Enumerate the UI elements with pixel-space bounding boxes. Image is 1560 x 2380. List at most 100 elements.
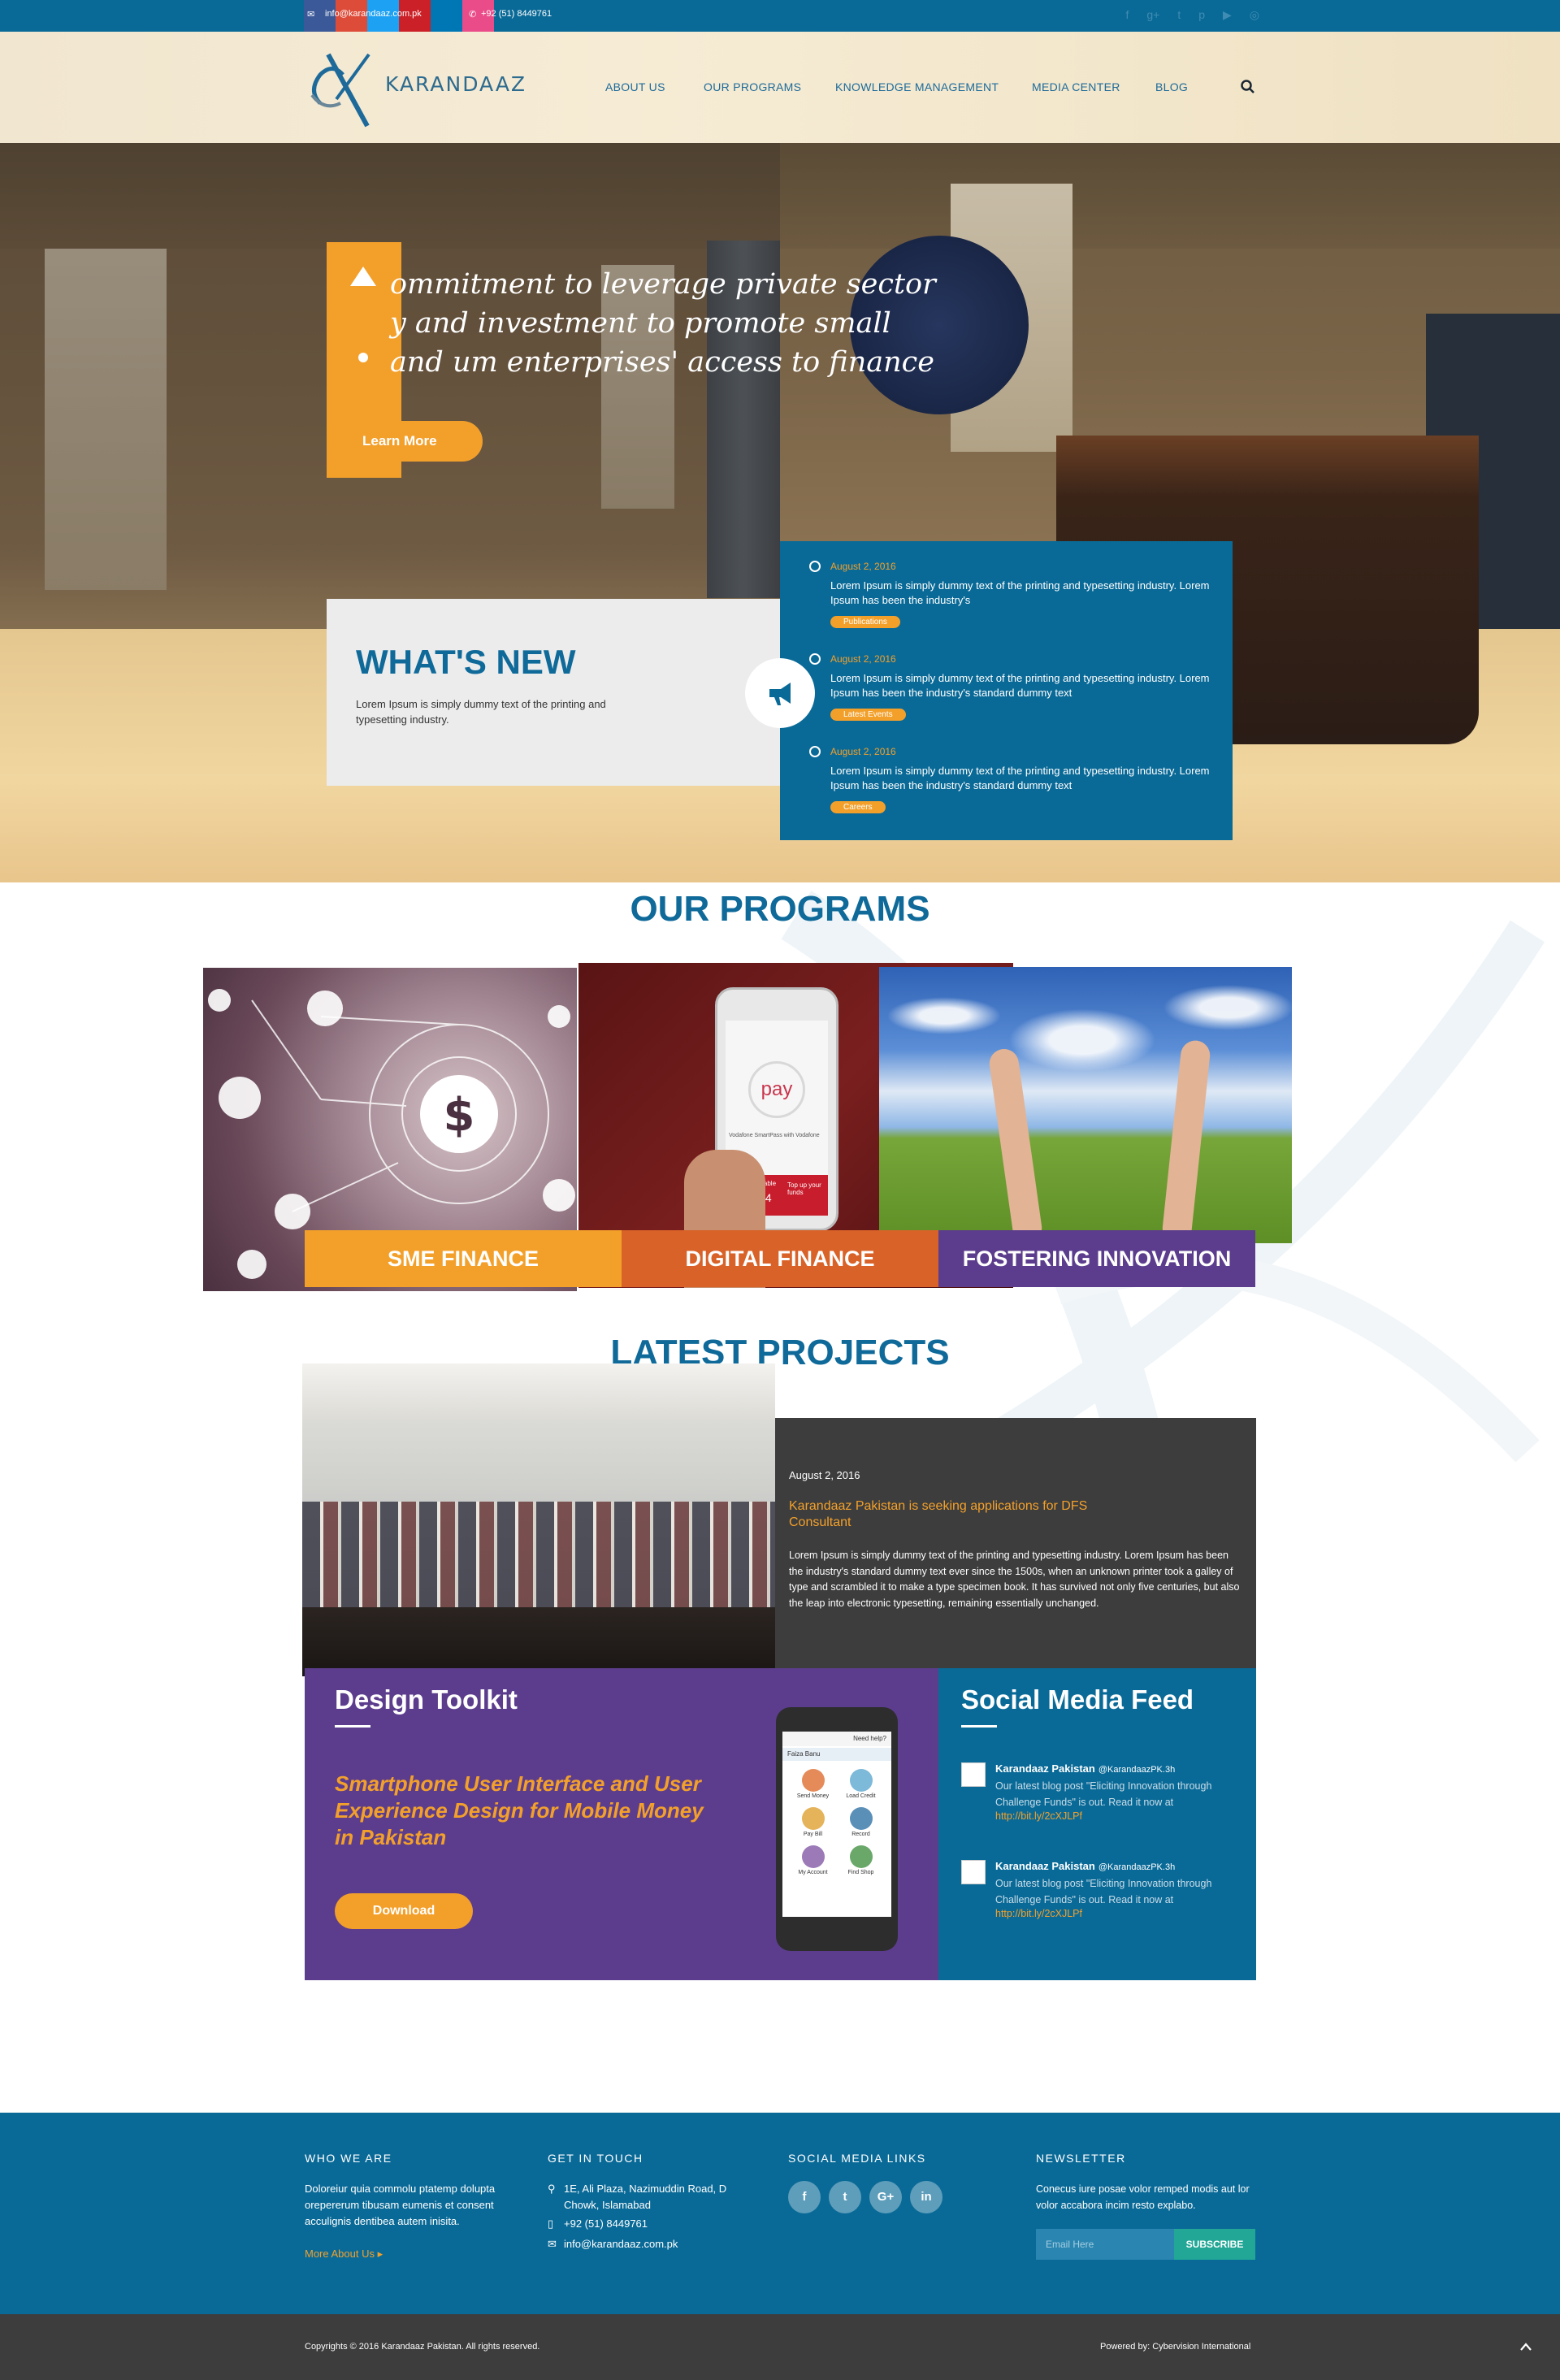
- news-item[interactable]: August 2, 2016 Lorem Ipsum is simply dum…: [809, 561, 1212, 628]
- tweet-handle[interactable]: @KarandaazPK.3h: [1098, 1862, 1175, 1872]
- project-photo[interactable]: [302, 1363, 775, 1676]
- scroll-to-top-icon[interactable]: [1519, 2342, 1532, 2352]
- mail-icon: ✉: [548, 2238, 557, 2250]
- download-button[interactable]: Download: [335, 1893, 473, 1929]
- news-item[interactable]: August 2, 2016 Lorem Ipsum is simply dum…: [809, 746, 1212, 813]
- news-text[interactable]: Lorem Ipsum is simply dummy text of the …: [830, 671, 1212, 700]
- tweet-link[interactable]: http://bit.ly/2cXJLPf: [995, 1908, 1246, 1919]
- topbar-social-icons: f g+ t p ▶ ◎: [1125, 8, 1259, 22]
- footer-contact-title: GET IN TOUCH: [548, 2152, 644, 2165]
- tweet-text: Our latest blog post "Eliciting Innovati…: [995, 1878, 1212, 1905]
- twitter-icon[interactable]: t: [829, 2181, 861, 2213]
- app-label: Record: [852, 1832, 870, 1837]
- tweet-name[interactable]: Karandaaz Pakistan: [995, 1762, 1095, 1775]
- slider-dot-icon[interactable]: [358, 353, 368, 362]
- tweet-avatar[interactable]: [961, 1860, 986, 1884]
- app-icon: [801, 1769, 825, 1792]
- news-tag[interactable]: Careers: [830, 801, 886, 813]
- app-icon: [849, 1807, 873, 1830]
- latest-projects-title: LATEST PROJECTS: [610, 1333, 950, 1372]
- program-label-digital-finance[interactable]: DIGITAL FINANCE: [622, 1230, 938, 1287]
- logo-text[interactable]: KARANDAAZ: [385, 72, 526, 96]
- nav-our-programs[interactable]: OUR PROGRAMS: [704, 80, 801, 93]
- project-body: Lorem Ipsum is simply dummy text of the …: [789, 1550, 1240, 1609]
- news-item[interactable]: August 2, 2016 Lorem Ipsum is simply dum…: [809, 653, 1212, 721]
- mail-icon: ✉: [307, 10, 315, 20]
- facebook-icon[interactable]: f: [1125, 8, 1129, 22]
- news-tag[interactable]: Publications: [830, 616, 900, 628]
- subscribe-button[interactable]: SUBSCRIBE: [1174, 2229, 1255, 2260]
- location-icon: ⚲: [548, 2183, 556, 2195]
- copyright-text: Copyrights © 2016 Karandaaz Pakistan. Al…: [305, 2342, 540, 2352]
- dribbble-icon[interactable]: ◎: [1250, 8, 1259, 22]
- footer-address: 1E, Ali Plaza, Nazimuddin Road, D Chowk,…: [564, 2183, 727, 2211]
- nav-blog[interactable]: BLOG: [1155, 80, 1188, 93]
- app-tile: My Account: [792, 1845, 834, 1875]
- megaphone-icon: [769, 683, 791, 705]
- footer-newsletter-title: NEWSLETTER: [1036, 2152, 1126, 2165]
- phone-icon: ▯: [548, 2217, 554, 2230]
- google-plus-icon[interactable]: g+: [1146, 8, 1159, 22]
- fostering-innovation-image[interactable]: [879, 967, 1292, 1243]
- tweet-avatar[interactable]: [961, 1762, 986, 1787]
- bottom-bar: Copyrights © 2016 Karandaaz Pakistan. Al…: [0, 2314, 1560, 2380]
- app-tile: Pay Bill: [792, 1807, 834, 1837]
- project-card: August 2, 2016 Karandaaz Pakistan is see…: [775, 1418, 1256, 1668]
- app-icon: [849, 1845, 873, 1868]
- more-about-us-link[interactable]: More About Us ▸: [305, 2248, 383, 2261]
- youtube-icon[interactable]: ▶: [1223, 8, 1232, 22]
- tweet-handle[interactable]: @KarandaazPK.3h: [1098, 1765, 1175, 1775]
- hero-tagline: ommitment to leverage private sector y a…: [390, 268, 936, 379]
- phone-app-grid: Send Money Load Credit Pay Bill Record M…: [792, 1769, 882, 1875]
- pinterest-icon[interactable]: p: [1198, 8, 1205, 22]
- social-media-feed: Social Media Feed Karandaaz Pakistan @Kar…: [938, 1668, 1256, 1980]
- newsletter-email-input[interactable]: [1036, 2229, 1174, 2260]
- toolkit-title: Design Toolkit: [335, 1684, 518, 1715]
- news-date: August 2, 2016: [830, 561, 896, 572]
- project-headline[interactable]: Karandaaz Pakistan is seeking applicatio…: [789, 1498, 1138, 1531]
- top-bar: ✉ info@karandaaz.com.pk ✆ +92 (51) 84497…: [0, 0, 1560, 41]
- app-tile: Record: [840, 1807, 882, 1837]
- program-label-fostering-innovation[interactable]: FOSTERING INNOVATION: [938, 1230, 1255, 1287]
- whats-new-description: Lorem Ipsum is simply dummy text of the …: [356, 698, 606, 726]
- app-label: Find Shop: [847, 1870, 874, 1875]
- tweet: Karandaaz Pakistan @KarandaazPK.3h Our la…: [961, 1860, 1246, 1919]
- ceiling: [302, 1363, 775, 1420]
- check-circle-icon: [809, 561, 821, 572]
- news-text[interactable]: Lorem Ipsum is simply dummy text of the …: [830, 764, 1212, 793]
- app-label: My Account: [798, 1870, 828, 1875]
- tweet-name[interactable]: Karandaaz Pakistan: [995, 1860, 1095, 1872]
- phone-brand: Vodafone SmartPass with Vodafone: [729, 1133, 820, 1138]
- search-icon[interactable]: [1240, 79, 1256, 95]
- nav-about-us[interactable]: ABOUT US: [605, 80, 665, 93]
- program-label-sme-finance[interactable]: SME FINANCE: [305, 1230, 622, 1287]
- slider-up-arrow-icon[interactable]: [350, 267, 376, 286]
- more-about-us-label[interactable]: More About Us: [305, 2248, 375, 2260]
- phone-header: Need help?: [782, 1732, 891, 1746]
- facebook-icon[interactable]: f: [788, 2181, 821, 2213]
- footer-phone: +92 (51) 8449761: [564, 2217, 648, 2230]
- site-header: KARANDAAZ ABOUT US OUR PROGRAMS KNOWLEDG…: [0, 32, 1560, 143]
- programs-title: OUR PROGRAMS: [630, 889, 930, 929]
- chevron-right-icon: ▸: [377, 2248, 384, 2260]
- twitter-icon[interactable]: t: [1177, 8, 1181, 22]
- topbar-email[interactable]: info@karandaaz.com.pk: [325, 9, 422, 19]
- google-plus-icon[interactable]: G+: [869, 2181, 902, 2213]
- nav-knowledge-management[interactable]: KNOWLEDGE MANAGEMENT: [835, 80, 999, 93]
- app-label: Load Credit: [846, 1793, 876, 1799]
- linkedin-icon[interactable]: in: [910, 2181, 942, 2213]
- news-text[interactable]: Lorem Ipsum is simply dummy text of the …: [830, 579, 1212, 608]
- phone-user: Faiza Banu: [782, 1748, 891, 1761]
- tweet-link[interactable]: http://bit.ly/2cXJLPf: [995, 1810, 1246, 1822]
- app-tile: Load Credit: [840, 1769, 882, 1799]
- learn-more-button[interactable]: Learn More: [327, 421, 483, 462]
- title-underline: [335, 1725, 370, 1728]
- news-date: August 2, 2016: [830, 653, 896, 665]
- nav-media-center[interactable]: MEDIA CENTER: [1032, 80, 1120, 93]
- news-tag[interactable]: Latest Events: [830, 709, 906, 721]
- whats-new-title: WHAT'S NEW: [356, 643, 576, 681]
- footer-email[interactable]: info@karandaaz.com.pk: [564, 2236, 678, 2252]
- karandaaz-logo-icon[interactable]: [304, 46, 372, 128]
- powered-by-text[interactable]: Powered by: Cybervision International: [1100, 2342, 1250, 2352]
- whats-new-box: WHAT'S NEW Lorem Ipsum is simply dummy t…: [327, 599, 780, 786]
